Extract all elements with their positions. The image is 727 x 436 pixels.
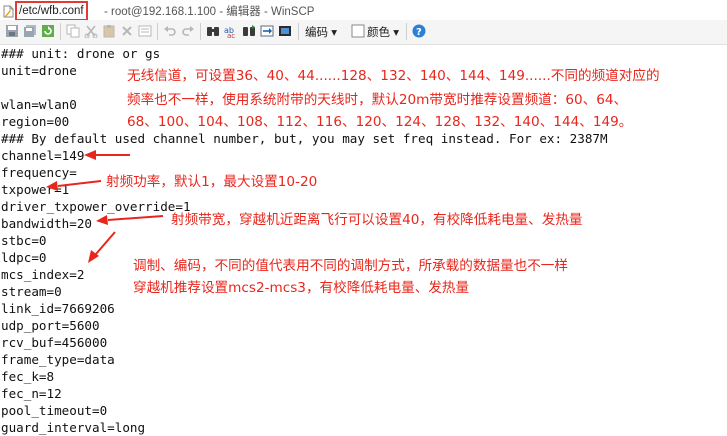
color-label: 颜色 [367,27,390,39]
code-line: region=00 [1,114,70,129]
window-title: - root@192.168.1.100 - 编辑器 - WinSCP [104,6,315,18]
encoding-label: 编码 [305,27,328,39]
save-all-icon[interactable] [23,24,37,38]
paste-icon[interactable] [102,24,116,38]
file-path-title: /etc/wfb.conf [15,1,88,21]
save-icon[interactable] [5,24,19,38]
code-line: mcs_index=2 [1,267,85,282]
mcs-annotation-line-1: 调制、编码，不同的值代表用不同的调制方式，所承载的数据量也不一样 [133,258,568,274]
svg-text:ac: ac [227,32,235,38]
code-line: driver_txpower_override=1 [1,199,191,214]
reload-icon[interactable] [41,24,55,38]
find-icon[interactable] [206,24,220,38]
code-line: ldpc=0 [1,250,47,265]
code-line: fec_n=12 [1,386,62,401]
code-line: txpower=1 [1,182,70,197]
toolbar-separator [60,23,61,40]
code-line: stbc=0 [1,233,47,248]
help-icon[interactable]: ? [412,24,426,38]
delete-icon[interactable] [120,24,134,38]
channel-annotation-line-1: 无线信道，可设置36、40、44......128、132、140、144、14… [127,68,660,84]
code-line: bandwidth=20 [1,216,92,231]
code-line: udp_port=5600 [1,318,100,333]
file-icon [3,3,14,18]
toolbar-separator [406,23,407,40]
find-next-icon[interactable] [242,24,256,38]
code-line: link_id=7669206 [1,301,115,316]
encoding-dropdown[interactable]: 编码 ▾ [305,24,337,40]
code-line: pool_timeout=0 [1,403,108,418]
title-bar: /etc/wfb.conf - root@192.168.1.100 - 编辑器… [0,0,727,21]
copy-icon[interactable] [66,24,80,38]
code-line: rcv_buf=456000 [1,335,108,350]
channel-annotation-line-3: 68、100、104、108、112、116、120、124、128、132、1… [127,114,633,130]
goto-line-icon[interactable] [260,24,274,38]
undo-icon[interactable] [163,24,177,38]
toolbar-separator [298,23,299,40]
code-line: unit=drone [1,63,77,78]
toolbar-separator [157,23,158,40]
code-line: ### unit: drone or gs [1,46,161,61]
code-line: fec_k=8 [1,369,55,384]
panel-icon[interactable] [278,24,292,38]
redo-icon[interactable] [181,24,195,38]
code-line: frame_type=data [1,352,115,367]
bandwidth-annotation: 射频带宽，穿越机近距离飞行可以设置40，有校降低耗电量、发热量 [171,212,583,228]
code-line: frequency= [1,165,77,180]
txpower-annotation: 射频功率，默认1，最大设置10-20 [106,174,318,190]
color-dropdown[interactable]: 颜色 ▾ [367,24,399,40]
svg-text:?: ? [416,27,422,38]
mcs-annotation-line-2: 穿越机推荐设置mcs2-mcs3，有校降低耗电量、发热量 [133,280,470,296]
color-icon[interactable] [351,24,365,38]
select-all-icon[interactable] [138,24,152,38]
code-line: stream=0 [1,284,62,299]
toolbar-separator [200,23,201,40]
channel-annotation-line-2: 频率也不一样，使用系统附带的天线时，默认20m带宽时推荐设置频道：60、64、 [127,92,628,108]
cut-icon[interactable] [84,24,98,38]
code-line: wlan=wlan0 [1,97,77,112]
code-line: channel=149 [1,148,85,163]
replace-icon[interactable]: ab ac [224,24,238,38]
toolbar: ab ac 编码 ▾ 颜色 ▾ ? [0,20,727,45]
code-line: guard_interval=long [1,420,146,435]
